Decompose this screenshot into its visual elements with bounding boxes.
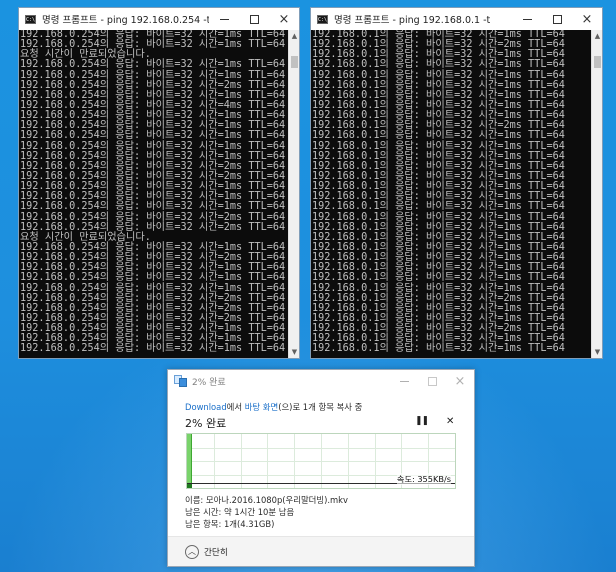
console-output[interactable]: 192.168.0.254의 응답: 바이트=32 시간=1ms TTL=64 1… bbox=[19, 30, 288, 358]
copy-progress-dialog[interactable]: 2% 완료 × Download에서 바탕 화면(으)로 1개 항목 복사 중 … bbox=[167, 369, 475, 567]
close-icon: × bbox=[454, 373, 466, 389]
close-button[interactable]: × bbox=[572, 8, 602, 30]
maximize-icon bbox=[552, 14, 562, 24]
scroll-thumb[interactable] bbox=[594, 56, 601, 68]
graph-gridline bbox=[375, 434, 376, 488]
window-title: 명령 프롬프트 - ping 192.168.0.1 -t bbox=[334, 15, 491, 26]
vertical-scrollbar[interactable]: ▲ ▼ bbox=[591, 30, 602, 358]
pause-button[interactable]: ❚❚ bbox=[415, 416, 429, 426]
console-line: 192.168.0.1의 응답: 바이트=32 시간=1ms TTL=64 bbox=[312, 272, 565, 284]
minimize-button[interactable] bbox=[512, 8, 542, 30]
dialog-footer: ︿ 간단히 bbox=[168, 536, 474, 566]
speed-label: 속도: 355KB/s bbox=[396, 473, 451, 485]
maximize-button[interactable] bbox=[239, 8, 269, 30]
destination-folder-link[interactable]: 바탕 화면 bbox=[245, 402, 278, 412]
copy-description: Download에서 바탕 화면(으)로 1개 항목 복사 중 bbox=[185, 401, 362, 413]
source-folder-link[interactable]: Download bbox=[185, 402, 227, 412]
title-bar[interactable]: C:\ 명령 프롬프트 - ping 192.168.0.1 -t × bbox=[311, 8, 602, 30]
close-icon: × bbox=[278, 11, 290, 27]
console-line: 192.168.0.1의 응답: 바이트=32 시간=1ms TTL=64 bbox=[312, 201, 565, 213]
console-line: 192.168.0.1의 응답: 바이트=32 시간=1ms TTL=64 bbox=[312, 343, 565, 355]
console-line: 192.168.0.254의 응답: 바이트=32 시간=1ms TTL=64 bbox=[20, 343, 286, 355]
cmd-window-ping-254[interactable]: C:\ 명령 프롬프트 - ping 192.168.0.254 -t × 19… bbox=[18, 7, 300, 359]
dialog-title-bar[interactable]: 2% 완료 × bbox=[168, 370, 474, 392]
scroll-down-icon[interactable]: ▼ bbox=[289, 346, 300, 358]
scroll-thumb[interactable] bbox=[291, 56, 298, 68]
maximize-icon bbox=[427, 376, 437, 386]
graph-gridline bbox=[348, 434, 349, 488]
maximize-button bbox=[418, 370, 446, 392]
scroll-up-icon[interactable]: ▲ bbox=[289, 30, 300, 42]
graph-gridline bbox=[241, 434, 242, 488]
scroll-up-icon[interactable]: ▲ bbox=[592, 30, 603, 42]
time-remaining: 남은 시간: 약 1시간 10분 남음 bbox=[185, 507, 295, 517]
close-button[interactable]: × bbox=[446, 370, 474, 392]
window-title: 명령 프롬프트 - ping 192.168.0.254 -t bbox=[42, 15, 209, 26]
maximize-icon bbox=[249, 14, 259, 24]
cancel-button[interactable]: ✕ bbox=[446, 416, 454, 427]
close-icon: × bbox=[581, 11, 593, 27]
graph-gridline bbox=[214, 434, 215, 488]
file-name: 이름: 모아나.2016.1080p(우리말더빙).mkv bbox=[185, 495, 348, 505]
scroll-down-icon[interactable]: ▼ bbox=[592, 346, 603, 358]
minimize-icon bbox=[219, 18, 229, 20]
graph-gridline bbox=[321, 434, 322, 488]
console-line: 192.168.0.254의 응답: 바이트=32 시간=1ms TTL=64 bbox=[20, 272, 286, 284]
graph-gridline bbox=[267, 434, 268, 488]
from-text: 에서 bbox=[226, 402, 245, 412]
minimize-icon bbox=[522, 18, 532, 20]
minimize-button[interactable] bbox=[390, 370, 418, 392]
cmd-app-icon: C:\ bbox=[317, 14, 328, 24]
copy-status-text: (으)로 1개 항목 복사 중 bbox=[278, 402, 363, 412]
fewer-details-button[interactable]: 간단히 bbox=[204, 546, 228, 558]
title-bar[interactable]: C:\ 명령 프롬프트 - ping 192.168.0.254 -t × bbox=[19, 8, 299, 30]
chevron-up-icon[interactable]: ︿ bbox=[185, 544, 199, 559]
console-line: 192.168.0.254의 응답: 바이트=32 시간=1ms TTL=64 bbox=[20, 201, 286, 213]
maximize-button[interactable] bbox=[542, 8, 572, 30]
transfer-speed-graph: 속도: 355KB/s bbox=[186, 433, 456, 489]
minimize-icon bbox=[399, 380, 409, 382]
console-output[interactable]: 192.168.0.1의 응답: 바이트=32 시간=1ms TTL=64 192… bbox=[311, 30, 591, 358]
percent-heading: 2% 완료 bbox=[185, 417, 227, 430]
graph-gridline bbox=[294, 434, 295, 488]
close-button[interactable]: × bbox=[269, 8, 299, 30]
vertical-scrollbar[interactable]: ▲ ▼ bbox=[288, 30, 299, 358]
dialog-title: 2% 완료 bbox=[192, 377, 226, 388]
cmd-app-icon: C:\ bbox=[25, 14, 36, 24]
items-remaining: 남은 항목: 1개(4.31GB) bbox=[185, 519, 275, 529]
minimize-button[interactable] bbox=[209, 8, 239, 30]
copy-icon bbox=[174, 375, 188, 387]
progress-fill bbox=[187, 434, 192, 488]
cmd-window-ping-1[interactable]: C:\ 명령 프롬프트 - ping 192.168.0.1 -t × 192.… bbox=[310, 7, 603, 359]
